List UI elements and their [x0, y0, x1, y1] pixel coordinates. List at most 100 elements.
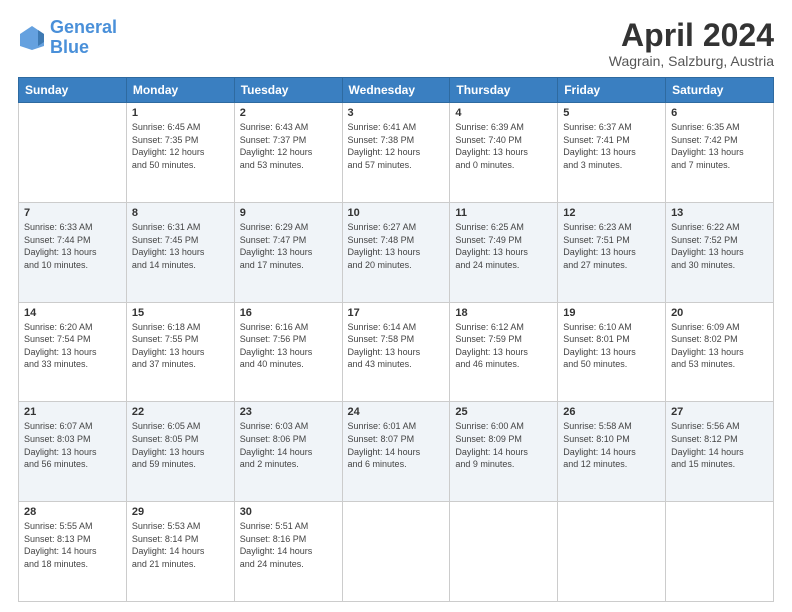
- logo: General Blue: [18, 18, 117, 58]
- calendar-cell: 26 Sunrise: 5:58 AM Sunset: 8:10 PM Dayli…: [558, 402, 666, 502]
- day-number: 17: [348, 307, 445, 319]
- day-number: 7: [24, 207, 121, 219]
- day-info: Sunrise: 6:25 AM Sunset: 7:49 PM Dayligh…: [455, 221, 552, 271]
- day-info: Sunrise: 6:03 AM Sunset: 8:06 PM Dayligh…: [240, 420, 337, 470]
- day-number: 22: [132, 406, 229, 418]
- title-block: April 2024 Wagrain, Salzburg, Austria: [609, 18, 774, 69]
- day-number: 13: [671, 207, 768, 219]
- day-number: 25: [455, 406, 552, 418]
- calendar-cell: [450, 502, 558, 602]
- day-number: 4: [455, 107, 552, 119]
- header: General Blue April 2024 Wagrain, Salzbur…: [18, 18, 774, 69]
- day-info: Sunrise: 6:22 AM Sunset: 7:52 PM Dayligh…: [671, 221, 768, 271]
- day-number: 18: [455, 307, 552, 319]
- calendar-cell: 23 Sunrise: 6:03 AM Sunset: 8:06 PM Dayli…: [234, 402, 342, 502]
- day-number: 19: [563, 307, 660, 319]
- day-info: Sunrise: 6:05 AM Sunset: 8:05 PM Dayligh…: [132, 420, 229, 470]
- day-info: Sunrise: 6:31 AM Sunset: 7:45 PM Dayligh…: [132, 221, 229, 271]
- day-info: Sunrise: 6:43 AM Sunset: 7:37 PM Dayligh…: [240, 121, 337, 171]
- calendar-cell: 5 Sunrise: 6:37 AM Sunset: 7:41 PM Daylig…: [558, 103, 666, 203]
- weekday-header: Tuesday: [234, 78, 342, 103]
- calendar-week-row: 14Sunrise: 6:20 AM Sunset: 7:54 PM Dayli…: [19, 302, 774, 402]
- calendar-cell: 7 Sunrise: 6:33 AM Sunset: 7:44 PM Daylig…: [19, 202, 127, 302]
- calendar-cell: 12Sunrise: 6:23 AM Sunset: 7:51 PM Dayli…: [558, 202, 666, 302]
- calendar-cell: 27 Sunrise: 5:56 AM Sunset: 8:12 PM Dayli…: [666, 402, 774, 502]
- calendar-cell: 22 Sunrise: 6:05 AM Sunset: 8:05 PM Dayli…: [126, 402, 234, 502]
- calendar-cell: 2Sunrise: 6:43 AM Sunset: 7:37 PM Daylig…: [234, 103, 342, 203]
- day-number: 24: [348, 406, 445, 418]
- day-number: 5: [563, 107, 660, 119]
- weekday-header: Friday: [558, 78, 666, 103]
- logo-line2: Blue: [50, 37, 89, 57]
- day-number: 27: [671, 406, 768, 418]
- day-info: Sunrise: 6:35 AM Sunset: 7:42 PM Dayligh…: [671, 121, 768, 171]
- day-number: 1: [132, 107, 229, 119]
- calendar-cell: 28Sunrise: 5:55 AM Sunset: 8:13 PM Dayli…: [19, 502, 127, 602]
- day-info: Sunrise: 6:41 AM Sunset: 7:38 PM Dayligh…: [348, 121, 445, 171]
- location-subtitle: Wagrain, Salzburg, Austria: [609, 53, 774, 69]
- day-number: 28: [24, 506, 121, 518]
- calendar-cell: 11 Sunrise: 6:25 AM Sunset: 7:49 PM Dayli…: [450, 202, 558, 302]
- day-number: 8: [132, 207, 229, 219]
- day-number: 15: [132, 307, 229, 319]
- calendar-cell: 1 Sunrise: 6:45 AM Sunset: 7:35 PM Daylig…: [126, 103, 234, 203]
- calendar-cell: [558, 502, 666, 602]
- calendar-week-row: 21 Sunrise: 6:07 AM Sunset: 8:03 PM Dayli…: [19, 402, 774, 502]
- day-info: Sunrise: 6:33 AM Sunset: 7:44 PM Dayligh…: [24, 221, 121, 271]
- calendar-cell: [19, 103, 127, 203]
- day-number: 3: [348, 107, 445, 119]
- day-number: 10: [348, 207, 445, 219]
- calendar-week-row: 7 Sunrise: 6:33 AM Sunset: 7:44 PM Daylig…: [19, 202, 774, 302]
- calendar-cell: 21 Sunrise: 6:07 AM Sunset: 8:03 PM Dayli…: [19, 402, 127, 502]
- day-info: Sunrise: 6:07 AM Sunset: 8:03 PM Dayligh…: [24, 420, 121, 470]
- calendar-table: SundayMondayTuesdayWednesdayThursdayFrid…: [18, 77, 774, 602]
- logo-text: General Blue: [50, 18, 117, 58]
- weekday-header: Sunday: [19, 78, 127, 103]
- calendar-cell: 4 Sunrise: 6:39 AM Sunset: 7:40 PM Daylig…: [450, 103, 558, 203]
- calendar-cell: 15 Sunrise: 6:18 AM Sunset: 7:55 PM Dayli…: [126, 302, 234, 402]
- day-info: Sunrise: 6:45 AM Sunset: 7:35 PM Dayligh…: [132, 121, 229, 171]
- day-info: Sunrise: 6:00 AM Sunset: 8:09 PM Dayligh…: [455, 420, 552, 470]
- calendar-cell: [342, 502, 450, 602]
- day-info: Sunrise: 6:23 AM Sunset: 7:51 PM Dayligh…: [563, 221, 660, 271]
- calendar-cell: 6Sunrise: 6:35 AM Sunset: 7:42 PM Daylig…: [666, 103, 774, 203]
- calendar-cell: 16 Sunrise: 6:16 AM Sunset: 7:56 PM Dayli…: [234, 302, 342, 402]
- day-number: 9: [240, 207, 337, 219]
- day-info: Sunrise: 6:37 AM Sunset: 7:41 PM Dayligh…: [563, 121, 660, 171]
- day-number: 26: [563, 406, 660, 418]
- day-info: Sunrise: 6:27 AM Sunset: 7:48 PM Dayligh…: [348, 221, 445, 271]
- day-number: 14: [24, 307, 121, 319]
- calendar-cell: 19 Sunrise: 6:10 AM Sunset: 8:01 PM Dayli…: [558, 302, 666, 402]
- day-info: Sunrise: 5:56 AM Sunset: 8:12 PM Dayligh…: [671, 420, 768, 470]
- day-number: 16: [240, 307, 337, 319]
- day-number: 11: [455, 207, 552, 219]
- calendar-cell: 8 Sunrise: 6:31 AM Sunset: 7:45 PM Daylig…: [126, 202, 234, 302]
- weekday-header-row: SundayMondayTuesdayWednesdayThursdayFrid…: [19, 78, 774, 103]
- calendar-cell: 13 Sunrise: 6:22 AM Sunset: 7:52 PM Dayli…: [666, 202, 774, 302]
- logo-icon: [18, 24, 46, 52]
- calendar-cell: 14Sunrise: 6:20 AM Sunset: 7:54 PM Dayli…: [19, 302, 127, 402]
- calendar-week-row: 28Sunrise: 5:55 AM Sunset: 8:13 PM Dayli…: [19, 502, 774, 602]
- day-number: 20: [671, 307, 768, 319]
- calendar-cell: 9 Sunrise: 6:29 AM Sunset: 7:47 PM Daylig…: [234, 202, 342, 302]
- day-info: Sunrise: 6:01 AM Sunset: 8:07 PM Dayligh…: [348, 420, 445, 470]
- day-info: Sunrise: 6:10 AM Sunset: 8:01 PM Dayligh…: [563, 321, 660, 371]
- day-info: Sunrise: 6:16 AM Sunset: 7:56 PM Dayligh…: [240, 321, 337, 371]
- day-info: Sunrise: 5:58 AM Sunset: 8:10 PM Dayligh…: [563, 420, 660, 470]
- calendar-cell: [666, 502, 774, 602]
- calendar-cell: 24 Sunrise: 6:01 AM Sunset: 8:07 PM Dayli…: [342, 402, 450, 502]
- day-info: Sunrise: 6:18 AM Sunset: 7:55 PM Dayligh…: [132, 321, 229, 371]
- month-title: April 2024: [609, 18, 774, 53]
- day-info: Sunrise: 6:29 AM Sunset: 7:47 PM Dayligh…: [240, 221, 337, 271]
- day-number: 29: [132, 506, 229, 518]
- page: General Blue April 2024 Wagrain, Salzbur…: [0, 0, 792, 612]
- day-info: Sunrise: 6:12 AM Sunset: 7:59 PM Dayligh…: [455, 321, 552, 371]
- calendar-cell: 18 Sunrise: 6:12 AM Sunset: 7:59 PM Dayli…: [450, 302, 558, 402]
- calendar-cell: 25 Sunrise: 6:00 AM Sunset: 8:09 PM Dayli…: [450, 402, 558, 502]
- day-number: 23: [240, 406, 337, 418]
- day-number: 21: [24, 406, 121, 418]
- day-info: Sunrise: 6:39 AM Sunset: 7:40 PM Dayligh…: [455, 121, 552, 171]
- day-info: Sunrise: 6:09 AM Sunset: 8:02 PM Dayligh…: [671, 321, 768, 371]
- day-number: 30: [240, 506, 337, 518]
- calendar-week-row: 1 Sunrise: 6:45 AM Sunset: 7:35 PM Daylig…: [19, 103, 774, 203]
